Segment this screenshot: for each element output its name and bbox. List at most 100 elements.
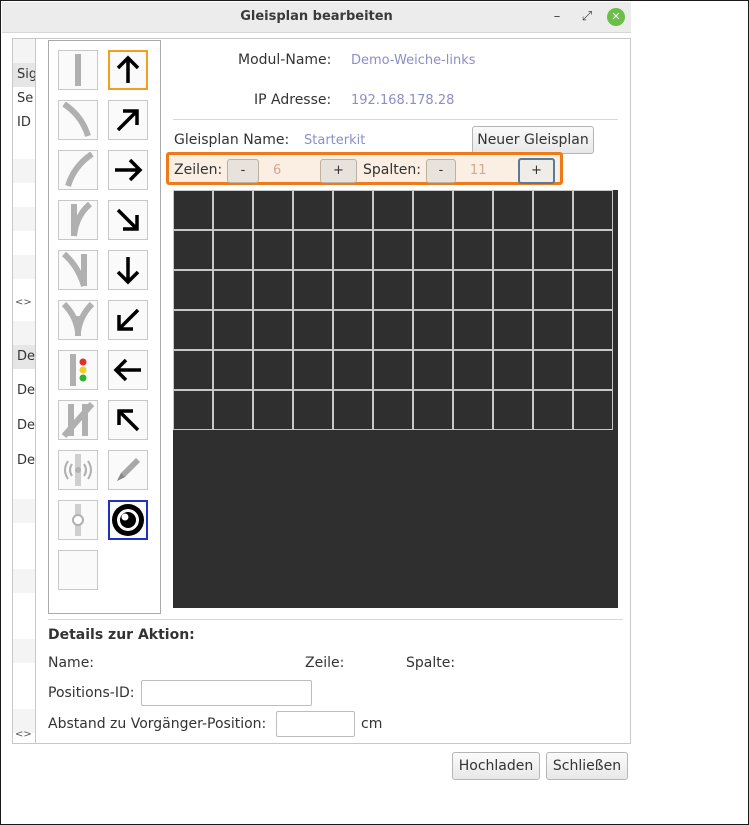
grid-cell[interactable] — [253, 190, 293, 230]
list-item[interactable]: Sig — [13, 63, 35, 87]
grid-cell[interactable] — [173, 230, 213, 270]
arrow-down-right-icon[interactable] — [108, 200, 148, 240]
grid-cell[interactable] — [573, 350, 613, 390]
grid-cell[interactable] — [373, 190, 413, 230]
grid-cell[interactable] — [253, 390, 293, 430]
grid-cell[interactable] — [293, 190, 333, 230]
grid-cell[interactable] — [533, 390, 573, 430]
grid-cell[interactable] — [173, 190, 213, 230]
arrow-left-icon[interactable] — [108, 350, 148, 390]
arrow-up-left-icon[interactable] — [108, 400, 148, 440]
grid-cell[interactable] — [533, 270, 573, 310]
upload-button[interactable]: Hochladen — [452, 752, 540, 780]
grid-cell[interactable] — [333, 190, 373, 230]
grid-cell[interactable] — [493, 190, 533, 230]
grid-cell[interactable] — [533, 310, 573, 350]
distance-input[interactable] — [276, 711, 355, 737]
sensor-icon[interactable] — [58, 450, 98, 490]
grid-cell[interactable] — [373, 350, 413, 390]
signal-light-icon[interactable] — [58, 350, 98, 390]
columns-decrement-button[interactable]: - — [426, 159, 456, 183]
grid-cell[interactable] — [413, 230, 453, 270]
arrow-right-icon[interactable] — [108, 150, 148, 190]
list-item[interactable]: De — [13, 449, 35, 473]
scroll-arrows[interactable]: <> — [15, 729, 32, 740]
grid-cell[interactable] — [213, 390, 253, 430]
grid-cell[interactable] — [173, 310, 213, 350]
grid-cell[interactable] — [573, 270, 613, 310]
grid-cell[interactable] — [213, 230, 253, 270]
list-item[interactable]: ID — [13, 111, 35, 135]
grid-cell[interactable] — [413, 390, 453, 430]
minimize-button[interactable]: – — [548, 8, 566, 26]
grid-cell[interactable] — [293, 230, 333, 270]
grid-cell[interactable] — [573, 230, 613, 270]
grid-cell[interactable] — [213, 270, 253, 310]
switch-right-icon[interactable] — [58, 200, 98, 240]
track-curve-right-icon[interactable] — [58, 150, 98, 190]
rows-decrement-button[interactable]: - — [227, 159, 259, 183]
grid-cell[interactable] — [293, 350, 333, 390]
grid-cell[interactable] — [253, 230, 293, 270]
grid-cell[interactable] — [173, 390, 213, 430]
grid-cell[interactable] — [213, 350, 253, 390]
scroll-arrows[interactable]: <> — [15, 297, 32, 308]
arrow-up-right-icon[interactable] — [108, 100, 148, 140]
grid-cell[interactable] — [413, 270, 453, 310]
grid-cell[interactable] — [493, 390, 533, 430]
grid-cell[interactable] — [253, 350, 293, 390]
grid-cell[interactable] — [213, 190, 253, 230]
empty-tile[interactable] — [58, 550, 98, 590]
grid-cell[interactable] — [253, 270, 293, 310]
grid-cell[interactable] — [493, 350, 533, 390]
grid-cell[interactable] — [533, 230, 573, 270]
grid-cell[interactable] — [453, 390, 493, 430]
columns-increment-button[interactable]: + — [518, 158, 555, 184]
grid-cell[interactable] — [293, 310, 333, 350]
switch-left-icon[interactable] — [58, 250, 98, 290]
grid-cell[interactable] — [333, 350, 373, 390]
grid-cell[interactable] — [413, 350, 453, 390]
grid-cell[interactable] — [533, 190, 573, 230]
grid-cell[interactable] — [493, 270, 533, 310]
grid-cell[interactable] — [373, 390, 413, 430]
grid-cell[interactable] — [373, 270, 413, 310]
pencil-icon[interactable] — [108, 450, 148, 490]
grid-cell[interactable] — [333, 310, 373, 350]
grid-cell[interactable] — [373, 230, 413, 270]
grid-cell[interactable] — [373, 310, 413, 350]
arrow-down-icon[interactable] — [108, 250, 148, 290]
position-id-input[interactable] — [141, 680, 312, 706]
arrow-down-left-icon[interactable] — [108, 300, 148, 340]
list-item[interactable]: De — [13, 345, 35, 369]
grid-cell[interactable] — [573, 390, 613, 430]
grid-cell[interactable] — [453, 230, 493, 270]
eye-icon[interactable] — [108, 500, 148, 540]
list-item[interactable]: De — [13, 379, 35, 403]
grid-cell[interactable] — [333, 230, 373, 270]
title-bar[interactable]: Gleisplan bearbeiten – ⤢ ✕ — [2, 2, 631, 33]
grid-cell[interactable] — [293, 270, 333, 310]
grid-cell[interactable] — [453, 190, 493, 230]
isolator-icon[interactable] — [58, 500, 98, 540]
close-button[interactable]: Schließen — [546, 752, 628, 780]
track-straight-icon[interactable] — [58, 50, 98, 90]
grid-cell[interactable] — [333, 390, 373, 430]
grid-cell[interactable] — [293, 390, 333, 430]
grid-cell[interactable] — [533, 350, 573, 390]
grid-cell[interactable] — [173, 350, 213, 390]
close-window-button[interactable]: ✕ — [607, 8, 625, 26]
grid-cell[interactable] — [173, 270, 213, 310]
rows-increment-button[interactable]: + — [320, 159, 357, 183]
grid-cell[interactable] — [213, 310, 253, 350]
grid-cell[interactable] — [573, 310, 613, 350]
grid-cell[interactable] — [493, 230, 533, 270]
list-item[interactable]: Se — [13, 87, 35, 111]
grid-cell[interactable] — [253, 310, 293, 350]
grid-cell[interactable] — [453, 270, 493, 310]
grid-cell[interactable] — [333, 270, 373, 310]
arrow-up-icon[interactable] — [108, 50, 148, 90]
track-curve-left-icon[interactable] — [58, 100, 98, 140]
grid-cell[interactable] — [453, 350, 493, 390]
restore-button[interactable]: ⤢ — [578, 8, 596, 26]
